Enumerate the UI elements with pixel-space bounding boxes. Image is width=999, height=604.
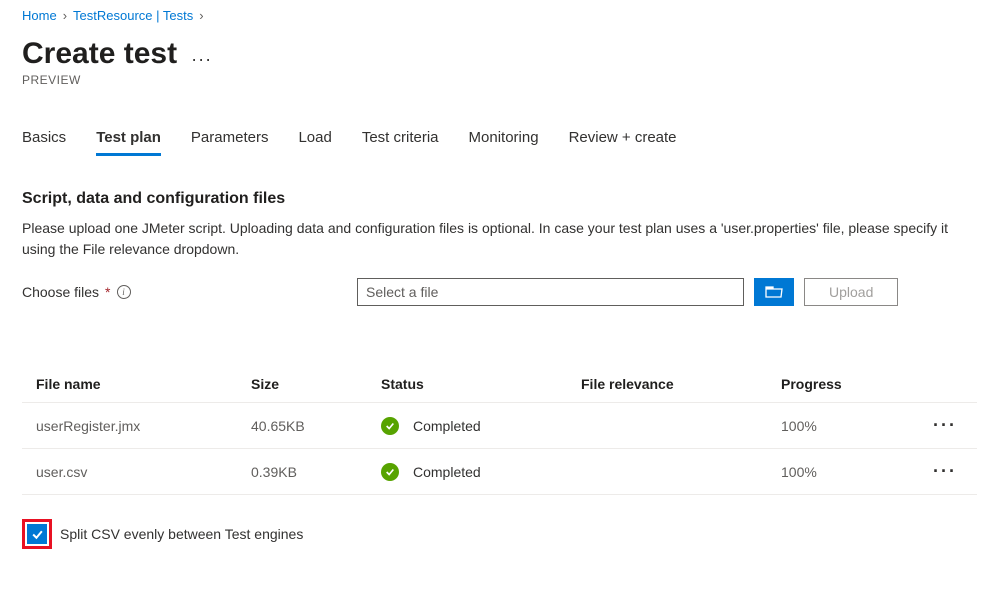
cell-file-name: userRegister.jmx [36,418,251,434]
tab-test-criteria[interactable]: Test criteria [362,123,439,156]
table-header: File name Size Status File relevance Pro… [22,366,977,403]
header-status[interactable]: Status [381,376,581,392]
file-chooser-row: Choose files * i Select a file Upload [22,278,977,306]
success-icon [381,417,399,435]
chevron-right-icon: › [63,8,67,23]
files-table: File name Size Status File relevance Pro… [22,366,977,495]
split-csv-row: Split CSV evenly between Test engines [22,519,977,549]
preview-tag: PREVIEW [22,73,977,87]
breadcrumb-home[interactable]: Home [22,8,57,23]
section-title: Script, data and configuration files [22,190,977,208]
cell-size: 0.39KB [251,464,381,480]
browse-button[interactable] [754,278,794,306]
header-progress[interactable]: Progress [781,376,881,392]
table-row: userRegister.jmx 40.65KB Completed 100% … [22,403,977,449]
choose-files-text: Choose files [22,284,99,300]
choose-files-label: Choose files * i [22,284,357,300]
tab-monitoring[interactable]: Monitoring [469,123,539,156]
more-actions-button[interactable]: ··· [191,39,212,70]
file-input[interactable]: Select a file [357,278,744,306]
cell-size: 40.65KB [251,418,381,434]
tab-load[interactable]: Load [298,123,331,156]
table-row: user.csv 0.39KB Completed 100% ··· [22,449,977,495]
status-text: Completed [413,464,481,480]
info-icon[interactable]: i [117,285,131,299]
page-header: Create test ··· [22,37,977,71]
required-indicator: * [105,284,110,300]
page-title: Create test [22,37,177,71]
header-size[interactable]: Size [251,376,381,392]
status-text: Completed [413,418,481,434]
tab-parameters[interactable]: Parameters [191,123,269,156]
folder-icon [765,285,783,299]
success-icon [381,463,399,481]
cell-status: Completed [381,463,581,481]
upload-button[interactable]: Upload [804,278,898,306]
cell-progress: 100% [781,418,881,434]
section-description: Please upload one JMeter script. Uploadi… [22,218,962,260]
cell-status: Completed [381,417,581,435]
cell-file-name: user.csv [36,464,251,480]
header-relevance[interactable]: File relevance [581,376,781,392]
tab-bar: Basics Test plan Parameters Load Test cr… [22,123,977,156]
split-csv-checkbox[interactable] [27,524,47,544]
tab-test-plan[interactable]: Test plan [96,123,161,156]
row-more-button[interactable]: ··· [933,461,957,482]
tab-review-create[interactable]: Review + create [569,123,677,156]
breadcrumb-resource[interactable]: TestResource | Tests [73,8,193,23]
check-icon [31,528,44,541]
header-file-name[interactable]: File name [36,376,251,392]
chevron-right-icon: › [199,8,203,23]
split-csv-label: Split CSV evenly between Test engines [60,526,303,542]
highlight-box [22,519,52,549]
cell-progress: 100% [781,464,881,480]
tab-basics[interactable]: Basics [22,123,66,156]
breadcrumb: Home › TestResource | Tests › [22,8,977,23]
row-more-button[interactable]: ··· [933,415,957,436]
